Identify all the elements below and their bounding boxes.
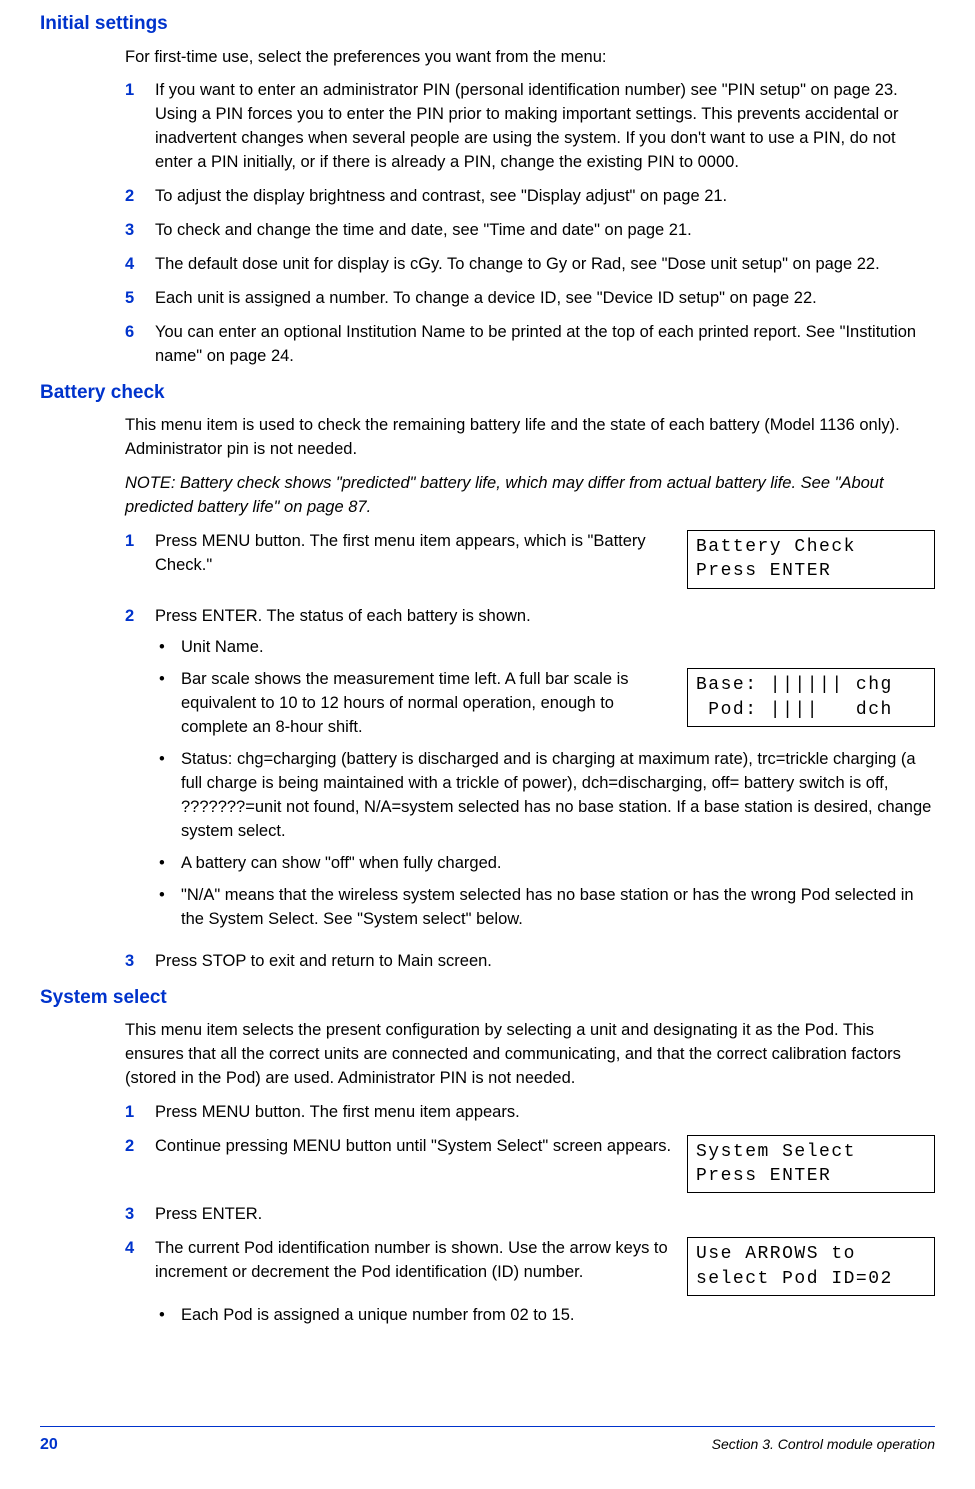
list-marker: 2 bbox=[125, 605, 155, 940]
lcd-display-system-select: System Select Press ENTER bbox=[687, 1135, 935, 1194]
list-item: 5Each unit is assigned a number. To chan… bbox=[125, 287, 935, 311]
lcd-display-pod-id: Use ARROWS to select Pod ID=02 bbox=[687, 1237, 935, 1296]
battery-check-note: NOTE: Battery check shows "predicted" ba… bbox=[125, 472, 935, 520]
list-text: The default dose unit for display is cGy… bbox=[155, 253, 935, 277]
battery-check-steps: 1 Press MENU button. The first menu item… bbox=[125, 530, 935, 974]
lcd-display-battery-check: Battery Check Press ENTER bbox=[687, 530, 935, 589]
bullet-dot: • bbox=[155, 852, 181, 876]
list-text: You can enter an optional Institution Na… bbox=[155, 321, 935, 369]
list-item: 4The default dose unit for display is cG… bbox=[125, 253, 935, 277]
list-marker: 6 bbox=[125, 321, 155, 369]
list-marker: 4 bbox=[125, 1237, 155, 1336]
list-item: 1If you want to enter an administrator P… bbox=[125, 79, 935, 175]
bullet-dot: • bbox=[155, 884, 181, 932]
heading-initial-settings: Initial settings bbox=[40, 10, 935, 38]
page-number: 20 bbox=[40, 1433, 58, 1456]
list-marker: 5 bbox=[125, 287, 155, 311]
list-item: 3To check and change the time and date, … bbox=[125, 219, 935, 243]
step-text: Press MENU button. The first menu item a… bbox=[155, 530, 673, 578]
footer-section-label: Section 3. Control module operation bbox=[712, 1434, 935, 1454]
list-text: To check and change the time and date, s… bbox=[155, 219, 935, 243]
battery-check-intro: This menu item is used to check the rema… bbox=[125, 414, 935, 462]
initial-settings-list: 1If you want to enter an administrator P… bbox=[125, 79, 935, 368]
step-text: Press ENTER. The status of each battery … bbox=[155, 605, 935, 629]
list-item: 2To adjust the display brightness and co… bbox=[125, 185, 935, 209]
list-item: 6You can enter an optional Institution N… bbox=[125, 321, 935, 369]
step-text: The current Pod identification number is… bbox=[155, 1237, 673, 1285]
list-item: 2 Press ENTER. The status of each batter… bbox=[125, 605, 935, 940]
bullet-item: •Status: chg=charging (battery is discha… bbox=[155, 748, 935, 844]
list-marker: 2 bbox=[125, 1135, 155, 1194]
list-item: 3 Press STOP to exit and return to Main … bbox=[125, 950, 935, 974]
lcd-display-battery-status: Base: |||||| chg Pod: |||| dch bbox=[687, 668, 935, 727]
list-item: 2 Continue pressing MENU button until "S… bbox=[125, 1135, 935, 1194]
step-text: Press MENU button. The first menu item a… bbox=[155, 1101, 935, 1125]
bullet-text: "N/A" means that the wireless system sel… bbox=[181, 884, 935, 932]
heading-battery-check: Battery check bbox=[40, 379, 935, 407]
system-select-intro: This menu item selects the present confi… bbox=[125, 1019, 935, 1091]
step-text: Press STOP to exit and return to Main sc… bbox=[155, 950, 935, 974]
list-marker: 1 bbox=[125, 1101, 155, 1125]
bullet-item: • Bar scale shows the measurement time l… bbox=[155, 668, 935, 740]
system-select-steps: 1 Press MENU button. The first menu item… bbox=[125, 1101, 935, 1336]
list-text: Each unit is assigned a number. To chang… bbox=[155, 287, 935, 311]
list-item: 1 Press MENU button. The first menu item… bbox=[125, 1101, 935, 1125]
list-text: If you want to enter an administrator PI… bbox=[155, 79, 935, 175]
bullet-text: Bar scale shows the measurement time lef… bbox=[181, 668, 673, 740]
heading-system-select: System select bbox=[40, 984, 935, 1012]
list-marker: 3 bbox=[125, 950, 155, 974]
pod-id-bullets: •Each Pod is assigned a unique number fr… bbox=[155, 1304, 935, 1328]
list-text: To adjust the display brightness and con… bbox=[155, 185, 935, 209]
bullet-text: Unit Name. bbox=[181, 636, 935, 660]
bullet-text: Status: chg=charging (battery is dischar… bbox=[181, 748, 935, 844]
bullet-item: •A battery can show "off" when fully cha… bbox=[155, 852, 935, 876]
initial-settings-intro: For first-time use, select the preferenc… bbox=[125, 46, 935, 70]
page-footer: 20 Section 3. Control module operation bbox=[40, 1426, 935, 1456]
step-text: Continue pressing MENU button until "Sys… bbox=[155, 1135, 673, 1159]
bullet-dot: • bbox=[155, 636, 181, 660]
list-marker: 4 bbox=[125, 253, 155, 277]
list-item: 1 Press MENU button. The first menu item… bbox=[125, 530, 935, 589]
bullet-item: •Each Pod is assigned a unique number fr… bbox=[155, 1304, 935, 1328]
step-text: Press ENTER. bbox=[155, 1203, 935, 1227]
bullet-dot: • bbox=[155, 668, 181, 740]
bullet-text: A battery can show "off" when fully char… bbox=[181, 852, 935, 876]
bullet-item: •Unit Name. bbox=[155, 636, 935, 660]
bullet-dot: • bbox=[155, 748, 181, 844]
list-marker: 2 bbox=[125, 185, 155, 209]
list-marker: 3 bbox=[125, 219, 155, 243]
bullet-text: Each Pod is assigned a unique number fro… bbox=[181, 1304, 935, 1328]
list-marker: 1 bbox=[125, 79, 155, 175]
list-marker: 3 bbox=[125, 1203, 155, 1227]
list-item: 3 Press ENTER. bbox=[125, 1203, 935, 1227]
battery-status-bullets: •Unit Name. • Bar scale shows the measur… bbox=[155, 636, 935, 931]
bullet-dot: • bbox=[155, 1304, 181, 1328]
list-item: 4 The current Pod identification number … bbox=[125, 1237, 935, 1336]
bullet-item: •"N/A" means that the wireless system se… bbox=[155, 884, 935, 932]
list-marker: 1 bbox=[125, 530, 155, 589]
